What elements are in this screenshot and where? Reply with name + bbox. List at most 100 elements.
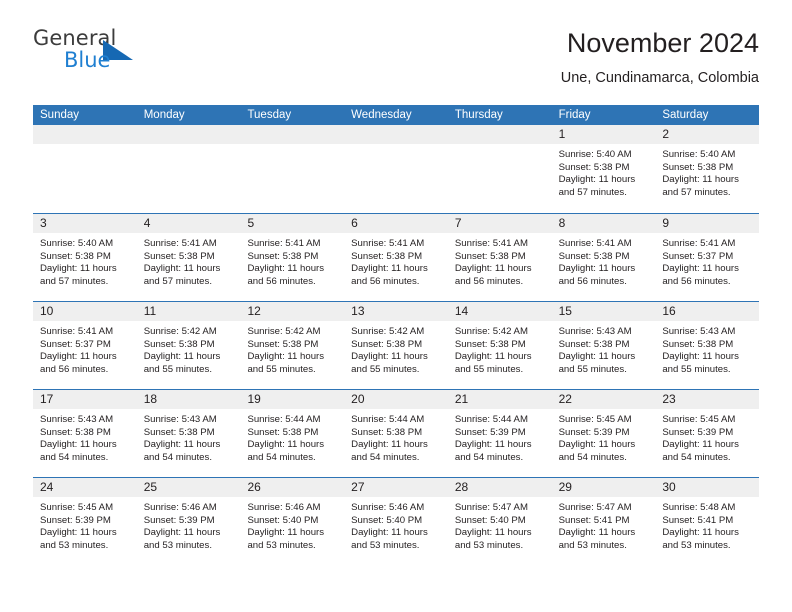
daylight-text-line2: and 53 minutes.: [351, 539, 420, 551]
day-number-band: 20: [344, 390, 448, 409]
calendar-day-cell[interactable]: 30 Sunrise: 5:48 AM Sunset: 5:41 PM Dayligh…: [655, 478, 760, 565]
daylight-text-line1: Daylight: 11 hours: [40, 527, 117, 539]
sunset-text: Sunset: 5:41 PM: [662, 514, 734, 526]
sunrise-text: Sunrise: 5:42 AM: [454, 326, 528, 337]
daylight-text-line2: and 55 minutes.: [247, 363, 316, 375]
sunset-text: Sunset: 5:38 PM: [662, 338, 734, 350]
calendar-page: General Blue November 2024 Une, Cundinam…: [0, 0, 792, 612]
sunset-text: Sunset: 5:38 PM: [247, 426, 319, 438]
calendar-day-cell[interactable]: 26 Sunrise: 5:46 AM Sunset: 5:40 PM Dayligh…: [240, 478, 345, 565]
daylight-text-line2: and 56 minutes.: [454, 275, 524, 287]
day-details: Sunrise: 5:48 AM Sunset: 5:41 PM Daylight:…: [655, 497, 759, 552]
day-number: 9: [662, 216, 669, 230]
day-number-band: 11: [136, 302, 241, 321]
calendar-day-cell[interactable]: 16 Sunrise: 5:43 AM Sunset: 5:38 PM Dayligh…: [655, 302, 760, 389]
day-number: 7: [454, 216, 462, 230]
day-number-band: 2: [655, 125, 760, 144]
day-details: Sunrise: 5:42 AM Sunset: 5:38 PM Daylight:…: [344, 321, 448, 376]
day-number-band: 10: [33, 302, 137, 321]
calendar-day-empty: [240, 125, 345, 213]
calendar-day-cell[interactable]: 27 Sunrise: 5:46 AM Sunset: 5:40 PM Dayligh…: [344, 478, 448, 565]
sunrise-text: Sunrise: 5:40 AM: [558, 149, 632, 160]
sunset-text: Sunset: 5:38 PM: [247, 338, 319, 350]
sunrise-text: Sunrise: 5:46 AM: [351, 502, 425, 513]
calendar-day-cell[interactable]: 29 Sunrise: 5:47 AM Sunset: 5:41 PM Dayligh…: [551, 478, 656, 565]
daylight-text-line2: and 55 minutes.: [662, 363, 731, 375]
calendar-day-cell[interactable]: 19 Sunrise: 5:44 AM Sunset: 5:38 PM Dayligh…: [240, 390, 345, 477]
daylight-text-line1: Daylight: 11 hours: [40, 263, 117, 275]
calendar-day-cell[interactable]: 12 Sunrise: 5:42 AM Sunset: 5:38 PM Dayligh…: [240, 302, 345, 389]
calendar-day-cell[interactable]: 9 Sunrise: 5:41 AM Sunset: 5:37 PM Daylight…: [655, 214, 760, 301]
weekday-header-row: Sunday Monday Tuesday Wednesday Thursday Frid…: [33, 105, 759, 125]
daylight-text-line1: Daylight: 11 hours: [558, 263, 636, 275]
day-number: 16: [662, 304, 676, 318]
day-number: 4: [143, 216, 151, 230]
calendar-day-cell[interactable]: 8 Sunrise: 5:41 AM Sunset: 5:38 PM Daylight…: [551, 214, 656, 301]
daylight-text-line1: Daylight: 11 hours: [454, 263, 532, 275]
sunrise-text: Sunrise: 5:41 AM: [40, 326, 114, 337]
calendar-day-cell[interactable]: 5 Sunrise: 5:41 AM Sunset: 5:38 PM Daylight…: [240, 214, 345, 301]
day-number-band: 5: [240, 214, 345, 233]
sunset-text: Sunset: 5:40 PM: [454, 514, 526, 526]
calendar-day-cell[interactable]: 21 Sunrise: 5:44 AM Sunset: 5:39 PM Dayligh…: [447, 390, 552, 477]
day-number: 12: [247, 304, 261, 318]
calendar-day-cell[interactable]: 4 Sunrise: 5:41 AM Sunset: 5:38 PM Daylight…: [136, 214, 241, 301]
day-number-band: 22: [551, 390, 656, 409]
day-number: 6: [351, 216, 358, 230]
day-number: 3: [40, 216, 47, 230]
sunset-text: Sunset: 5:38 PM: [351, 250, 423, 262]
calendar-day-cell[interactable]: 22 Sunrise: 5:45 AM Sunset: 5:39 PM Dayligh…: [551, 390, 656, 477]
calendar-day-cell[interactable]: 23 Sunrise: 5:45 AM Sunset: 5:39 PM Dayligh…: [655, 390, 760, 477]
calendar-day-cell[interactable]: 18 Sunrise: 5:43 AM Sunset: 5:38 PM Dayligh…: [136, 390, 241, 477]
calendar-day-cell[interactable]: 14 Sunrise: 5:42 AM Sunset: 5:38 PM Dayligh…: [447, 302, 552, 389]
sunrise-text: Sunrise: 5:44 AM: [454, 414, 528, 425]
daylight-text-line1: Daylight: 11 hours: [662, 174, 739, 186]
day-number-band: 27: [344, 478, 448, 497]
day-details: Sunrise: 5:41 AM Sunset: 5:38 PM Daylight:…: [448, 233, 552, 288]
weekday-header-friday: Friday: [558, 109, 591, 121]
calendar-day-cell[interactable]: 15 Sunrise: 5:43 AM Sunset: 5:38 PM Dayligh…: [551, 302, 656, 389]
calendar-day-cell[interactable]: 3 Sunrise: 5:40 AM Sunset: 5:38 PM Daylight…: [33, 214, 137, 301]
day-number: 1: [558, 127, 566, 141]
day-details: Sunrise: 5:44 AM Sunset: 5:38 PM Daylight:…: [344, 409, 448, 464]
sunrise-text: Sunrise: 5:45 AM: [662, 414, 736, 425]
sunset-text: Sunset: 5:38 PM: [454, 250, 526, 262]
day-number-band: 21: [447, 390, 552, 409]
calendar-day-cell[interactable]: 7 Sunrise: 5:41 AM Sunset: 5:38 PM Daylight…: [447, 214, 552, 301]
calendar-day-empty: [33, 125, 137, 213]
calendar-day-cell[interactable]: 28 Sunrise: 5:47 AM Sunset: 5:40 PM Dayligh…: [447, 478, 552, 565]
calendar-day-empty: [447, 125, 552, 213]
day-details: Sunrise: 5:45 AM Sunset: 5:39 PM Daylight:…: [33, 497, 137, 552]
sunset-text: Sunset: 5:38 PM: [662, 161, 734, 173]
general-blue-logo[interactable]: General Blue: [33, 26, 233, 84]
sunrise-text: Sunrise: 5:41 AM: [351, 238, 425, 249]
daylight-text-line2: and 53 minutes.: [558, 539, 627, 551]
daylight-text-line2: and 54 minutes.: [351, 451, 420, 463]
day-number-band: 8: [551, 214, 656, 233]
sunrise-text: Sunrise: 5:42 AM: [351, 326, 425, 337]
calendar-day-cell[interactable]: 13 Sunrise: 5:42 AM Sunset: 5:38 PM Dayligh…: [344, 302, 448, 389]
calendar-day-cell[interactable]: 2 Sunrise: 5:40 AM Sunset: 5:38 PM Daylight…: [655, 125, 760, 213]
calendar-day-cell[interactable]: 1 Sunrise: 5:40 AM Sunset: 5:38 PM Daylight…: [551, 125, 656, 213]
calendar-day-cell[interactable]: 10 Sunrise: 5:41 AM Sunset: 5:37 PM Dayligh…: [33, 302, 137, 389]
day-number: 20: [351, 392, 365, 406]
calendar-day-cell[interactable]: 6 Sunrise: 5:41 AM Sunset: 5:38 PM Daylight…: [344, 214, 448, 301]
calendar-day-cell[interactable]: 20 Sunrise: 5:44 AM Sunset: 5:38 PM Dayligh…: [344, 390, 448, 477]
daylight-text-line1: Daylight: 11 hours: [558, 439, 636, 451]
daylight-text-line2: and 53 minutes.: [662, 539, 731, 551]
day-details: Sunrise: 5:41 AM Sunset: 5:37 PM Daylight:…: [655, 233, 759, 288]
calendar-day-cell[interactable]: 25 Sunrise: 5:46 AM Sunset: 5:39 PM Dayligh…: [136, 478, 241, 565]
daylight-text-line1: Daylight: 11 hours: [454, 439, 532, 451]
daylight-text-line2: and 55 minutes.: [558, 363, 627, 375]
day-number: 2: [662, 127, 669, 141]
day-details: Sunrise: 5:40 AM Sunset: 5:38 PM Daylight:…: [552, 144, 656, 199]
calendar-day-cell[interactable]: 24 Sunrise: 5:45 AM Sunset: 5:39 PM Dayligh…: [33, 478, 137, 565]
sunset-text: Sunset: 5:40 PM: [351, 514, 423, 526]
daylight-text-line2: and 57 minutes.: [143, 275, 212, 287]
calendar-day-cell[interactable]: 11 Sunrise: 5:42 AM Sunset: 5:38 PM Dayligh…: [136, 302, 241, 389]
day-details: Sunrise: 5:43 AM Sunset: 5:38 PM Daylight:…: [552, 321, 656, 376]
calendar-day-cell[interactable]: 17 Sunrise: 5:43 AM Sunset: 5:38 PM Dayligh…: [33, 390, 137, 477]
day-number: 23: [662, 392, 676, 406]
day-details: Sunrise: 5:41 AM Sunset: 5:37 PM Daylight:…: [33, 321, 137, 376]
daylight-text-line1: Daylight: 11 hours: [247, 439, 325, 451]
